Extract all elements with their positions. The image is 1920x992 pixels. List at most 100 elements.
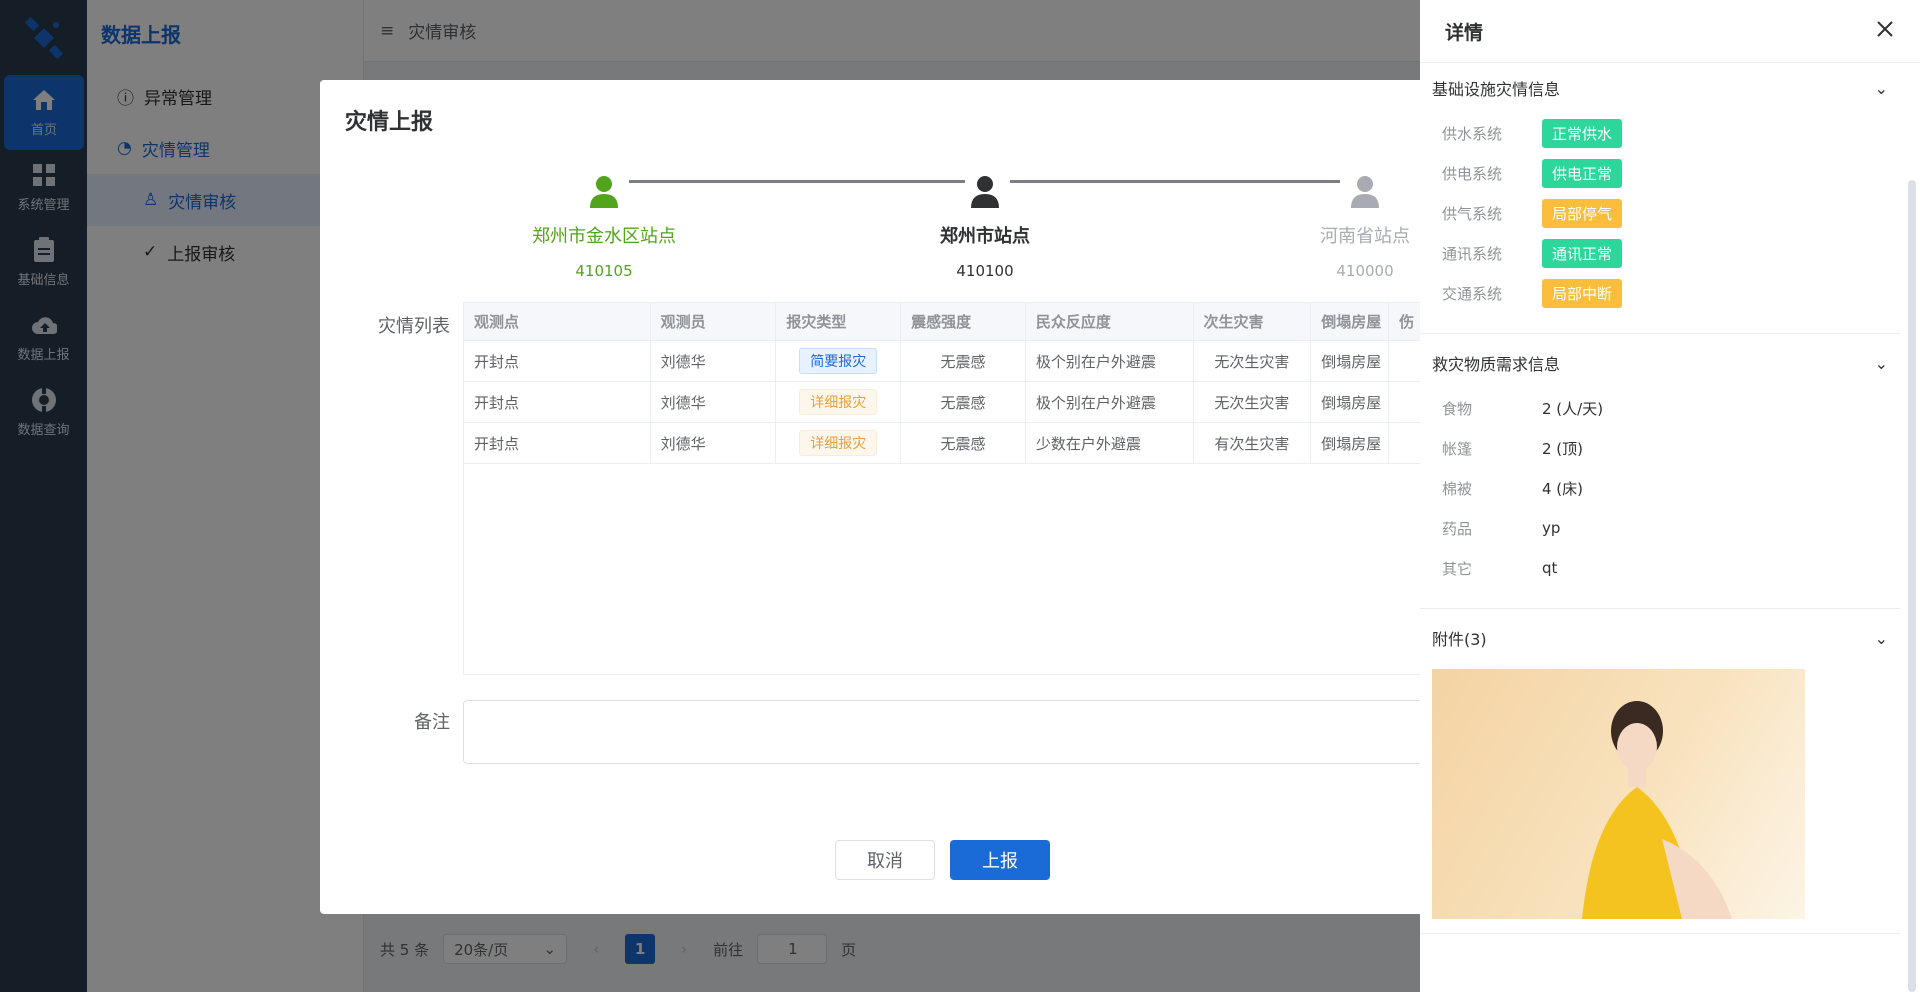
supply-row: 棉被 4 (床) [1432,468,1900,508]
supply-key: 药品 [1442,519,1473,538]
person-icon [875,174,1095,210]
supply-row: 药品 yp [1432,508,1900,548]
infra-key: 交通系统 [1442,284,1503,303]
report-type-tag: 详细报灾 [799,430,878,456]
disaster-list-label: 灾情列表 [378,316,450,337]
chevron-down-icon: ⌄ [1874,353,1888,373]
approval-steps: 郑州市金水区站点 410105 郑州市站点 410100 河南省站点 41000… [320,174,1470,294]
infra-row: 供水系统 正常供水 [1432,113,1900,153]
cell-secondary: 有次生灾害 [1194,423,1312,463]
cell-collapse: 倒塌房屋 [1311,423,1390,463]
attachment-image[interactable] [1432,669,1805,919]
supply-value: 2 (人/天) [1542,399,1604,418]
supply-value: 4 (床) [1542,479,1584,498]
disaster-table: 观测点 观测员 报灾类型 震感强度 民众反应度 次生灾害 倒塌房屋 伤 开封点 … [463,302,1470,675]
dialog-title: 灾情上报 [345,110,434,135]
column-header: 次生灾害 [1194,303,1312,340]
supply-value: yp [1542,519,1561,537]
close-icon[interactable] [1876,20,1894,42]
cell-intensity: 无震感 [901,341,1026,381]
section-header[interactable]: 救灾物质需求信息 ⌄ [1432,338,1900,388]
supply-key: 其它 [1442,559,1473,578]
infra-row: 交通系统 局部中断 [1432,273,1900,313]
supply-key: 帐篷 [1442,439,1473,458]
cell-observer: 刘德华 [651,341,777,381]
status-badge: 局部停气 [1542,198,1623,228]
supply-row: 食物 2 (人/天) [1432,388,1900,428]
table-header: 观测点 观测员 报灾类型 震感强度 民众反应度 次生灾害 倒塌房屋 伤 [464,303,1469,341]
disaster-report-dialog: 灾情上报 郑州市金水区站点 410105 郑州市站点 410100 河南省站点 … [320,80,1470,914]
column-header: 震感强度 [901,303,1026,340]
chevron-down-icon: ⌄ [1874,78,1888,98]
drawer-scrollbar[interactable] [1908,180,1916,992]
cell-collapse: 倒塌房屋 [1311,382,1390,422]
step-name: 郑州市站点 [940,226,1030,247]
supply-key: 棉被 [1442,479,1473,498]
chevron-down-icon: ⌄ [1874,628,1888,648]
supply-row: 帐篷 2 (顶) [1432,428,1900,468]
infra-key: 供电系统 [1442,164,1503,183]
cell-reaction: 少数在户外避震 [1026,423,1194,463]
infra-key: 供水系统 [1442,124,1503,143]
supply-value: qt [1542,559,1558,577]
person-icon [494,174,714,210]
cell-reaction: 极个别在户外避震 [1026,341,1194,381]
cell-type: 简要报灾 [776,341,902,381]
detail-drawer: 详情 基础设施灾情信息 ⌄ 供水系统 正常供水 供电系统 供电正常 供气系统 局部停气… [1420,0,1920,992]
infra-row: 供电系统 供电正常 [1432,153,1900,193]
status-badge: 供电正常 [1542,158,1623,188]
section-title: 基础设施灾情信息 [1432,80,1561,99]
status-badge: 通讯正常 [1542,238,1623,268]
supply-value: 2 (顶) [1542,439,1584,458]
cell-secondary: 无次生灾害 [1194,341,1312,381]
step-2: 郑州市站点 410100 [875,174,1095,280]
report-type-tag: 详细报灾 [799,389,878,415]
table-row[interactable]: 开封点 刘德华 详细报灾 无震感 少数在户外避震 有次生灾害 倒塌房屋 [464,423,1469,464]
report-type-tag: 简要报灾 [799,348,878,374]
infra-row: 供气系统 局部停气 [1432,193,1900,233]
section-title: 救灾物质需求信息 [1432,355,1561,374]
drawer-title: 详情 [1445,21,1484,44]
cell-reaction: 极个别在户外避震 [1026,382,1194,422]
column-header: 倒塌房屋 [1311,303,1390,340]
status-badge: 正常供水 [1542,118,1623,148]
cell-point: 开封点 [464,382,651,422]
cell-intensity: 无震感 [901,423,1026,463]
section-header[interactable]: 附件(3) ⌄ [1432,613,1900,663]
supplies-section: 救灾物质需求信息 ⌄ 食物 2 (人/天) 帐篷 2 (顶) 棉被 4 (床) 药品 y… [1420,338,1900,609]
supply-row: 其它 qt [1432,548,1900,588]
cancel-button[interactable]: 取消 [835,840,935,880]
step-code: 410105 [575,262,633,280]
infra-row: 通讯系统 通讯正常 [1432,233,1900,273]
cell-observer: 刘德华 [651,382,777,422]
section-header[interactable]: 基础设施灾情信息 ⌄ [1432,63,1900,113]
column-header: 民众反应度 [1026,303,1194,340]
supply-key: 食物 [1442,399,1473,418]
infra-section: 基础设施灾情信息 ⌄ 供水系统 正常供水 供电系统 供电正常 供气系统 局部停气 通讯… [1420,63,1900,334]
cell-point: 开封点 [464,341,651,381]
cell-observer: 刘德华 [651,423,777,463]
table-row[interactable]: 开封点 刘德华 详细报灾 无震感 极个别在户外避震 无次生灾害 倒塌房屋 [464,382,1469,423]
cell-type: 详细报灾 [776,423,902,463]
step-name: 郑州市金水区站点 [532,226,676,247]
remark-textarea[interactable] [463,700,1470,764]
cell-type: 详细报灾 [776,382,902,422]
column-header: 观测员 [651,303,777,340]
infra-key: 通讯系统 [1442,244,1503,263]
column-header: 观测点 [464,303,651,340]
section-title: 附件(3) [1432,630,1487,649]
column-header: 报灾类型 [776,303,902,340]
step-code: 410100 [956,262,1014,280]
submit-report-button[interactable]: 上报 [950,840,1050,880]
remark-label: 备注 [414,712,450,733]
table-row[interactable]: 开封点 刘德华 简要报灾 无震感 极个别在户外避震 无次生灾害 倒塌房屋 [464,341,1469,382]
cell-point: 开封点 [464,423,651,463]
status-badge: 局部中断 [1542,278,1623,308]
drawer-header: 详情 [1420,0,1920,63]
cell-collapse: 倒塌房屋 [1311,341,1390,381]
drawer-body: 基础设施灾情信息 ⌄ 供水系统 正常供水 供电系统 供电正常 供气系统 局部停气 通讯… [1420,63,1900,992]
infra-key: 供气系统 [1442,204,1503,223]
attachments-section: 附件(3) ⌄ [1420,613,1900,934]
cell-intensity: 无震感 [901,382,1026,422]
step-1: 郑州市金水区站点 410105 [494,174,714,280]
